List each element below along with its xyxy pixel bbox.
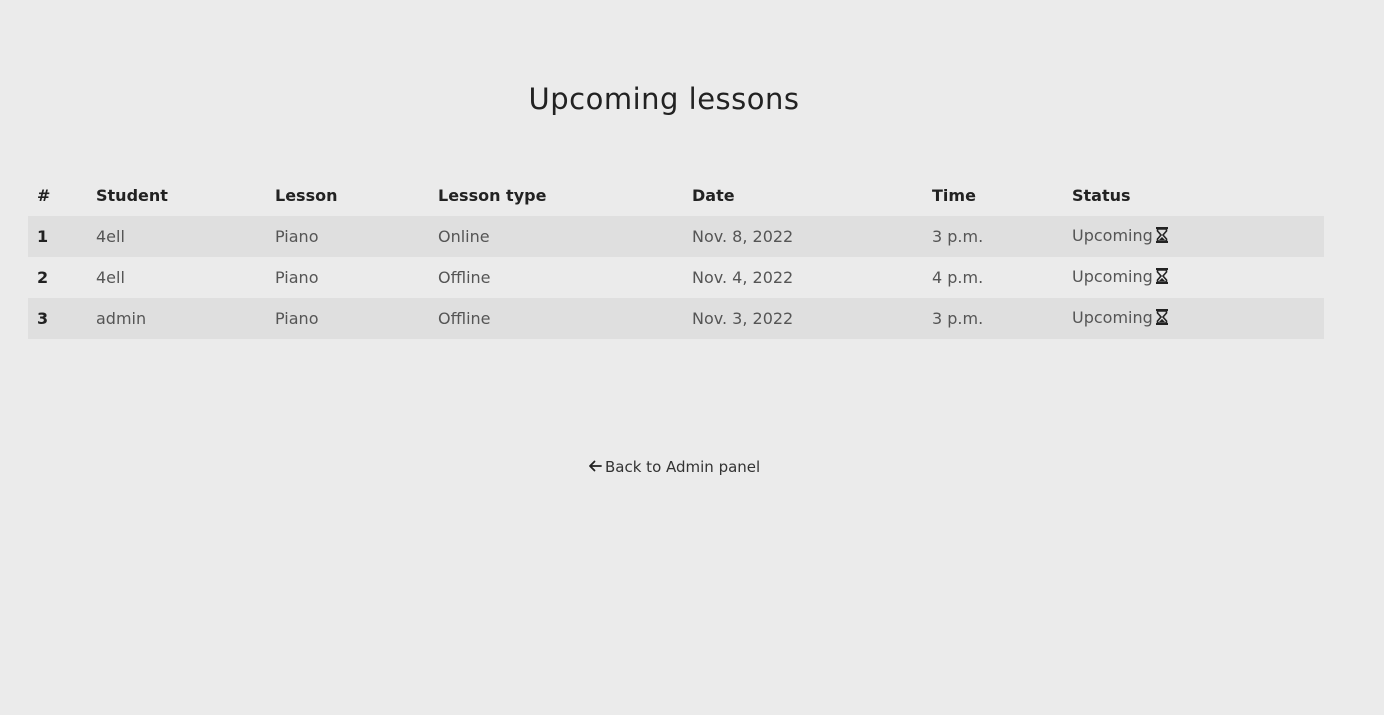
column-header-date: Date: [692, 185, 735, 205]
row-student: 4ell: [96, 227, 125, 246]
back-to-admin-link[interactable]: Back to Admin panel: [588, 458, 760, 476]
row-number: 2: [37, 268, 49, 287]
status-label: Upcoming: [1072, 226, 1153, 245]
row-lesson: Piano: [275, 268, 319, 287]
row-lesson-type: Offline: [438, 268, 491, 287]
table-row: 1 4ell Piano Online Nov. 8, 2022 3 p.m. …: [28, 216, 1324, 257]
column-header-status: Status: [1072, 185, 1131, 205]
row-number: 3: [37, 309, 49, 328]
column-header-number: #: [37, 185, 51, 205]
page-title: Upcoming lessons: [528, 82, 800, 116]
row-status: Upcoming: [1063, 298, 1324, 339]
page: Upcoming lessons # Student Lesson Lesson…: [0, 0, 1384, 715]
column-header-time: Time: [932, 185, 976, 205]
row-date: Nov. 8, 2022: [692, 227, 794, 246]
row-time: 4 p.m.: [932, 268, 984, 287]
status-label: Upcoming: [1072, 267, 1153, 286]
row-student: admin: [96, 309, 147, 328]
row-time: 3 p.m.: [932, 227, 984, 246]
row-time: 3 p.m.: [932, 309, 984, 328]
column-header-lesson-type: Lesson type: [438, 185, 547, 205]
row-date: Nov. 3, 2022: [692, 309, 794, 328]
table-header-row: # Student Lesson Lesson type Date Time S…: [28, 174, 1324, 216]
arrow-left-icon: [588, 458, 602, 476]
row-status: Upcoming: [1063, 216, 1324, 257]
row-lesson-type: Online: [438, 227, 490, 246]
column-header-student: Student: [96, 185, 168, 205]
table-row: 2 4ell Piano Offline Nov. 4, 2022 4 p.m.…: [28, 257, 1324, 298]
row-number: 1: [37, 227, 49, 246]
row-status: Upcoming: [1063, 257, 1324, 298]
row-date: Nov. 4, 2022: [692, 268, 794, 287]
hourglass-icon: [1155, 268, 1168, 288]
row-student: 4ell: [96, 268, 125, 287]
row-lesson-type: Offline: [438, 309, 491, 328]
hourglass-icon: [1155, 309, 1168, 329]
row-lesson: Piano: [275, 227, 319, 246]
back-link-label: Back to Admin panel: [605, 458, 761, 476]
lessons-table: # Student Lesson Lesson type Date Time S…: [28, 174, 1324, 339]
column-header-lesson: Lesson: [275, 185, 338, 205]
row-lesson: Piano: [275, 309, 319, 328]
table-row: 3 admin Piano Offline Nov. 3, 2022 3 p.m…: [28, 298, 1324, 339]
status-label: Upcoming: [1072, 308, 1153, 327]
hourglass-icon: [1155, 227, 1168, 247]
